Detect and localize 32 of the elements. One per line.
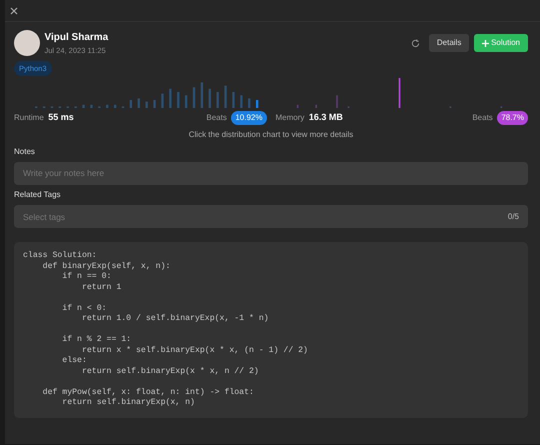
stat-value: 16.3 MB [308, 110, 343, 124]
code-line: if n % 2 == 1: [61, 335, 132, 346]
code-line: class Solution: [23, 251, 98, 262]
details-button[interactable]: Details [428, 34, 470, 52]
beats-percent: 10.92% [231, 110, 266, 124]
close-icon[interactable] [10, 6, 18, 14]
code-line: def myPow(self, x: float, n: int) -> float: [42, 388, 255, 398]
beats-label: Beats [206, 112, 227, 124]
beats-label: Beats [472, 112, 493, 124]
solution-button[interactable]: Solution [474, 34, 528, 52]
tag-count: 0/5 [508, 211, 519, 223]
stat-value: 55 ms [48, 110, 74, 124]
chart-hint: Click the distribution chart to view more details [188, 129, 354, 141]
stat-label: Runtime [14, 112, 44, 124]
notes-field[interactable]: Write your notes here [14, 162, 528, 184]
code-line: if n == 0: [61, 272, 112, 282]
refresh-icon[interactable] [410, 38, 420, 48]
code-line: def binaryExp(self, x, n): [42, 262, 172, 272]
tags-label: Related Tags [14, 189, 62, 201]
code-line: return self.binaryExp(x * x, n // 2) [80, 366, 260, 377]
author-name: Vipul Sharma [44, 31, 108, 45]
code-line: return x * self.binaryExp(x * x, (n - 1) // 2) [80, 346, 309, 356]
plus-icon [482, 40, 489, 47]
avatar-circle [14, 30, 40, 56]
code-line: return 1.0 / self.binaryExp(x, -1 * n) [80, 314, 270, 324]
code-line: if n < 0: [61, 304, 108, 314]
code-line: return 1 [80, 282, 122, 293]
beats-percent: 78.7% [497, 110, 528, 124]
stat-label: Memory [276, 112, 304, 124]
code-line: return self.binaryExp(x, n) [61, 398, 196, 408]
code-line: else: [61, 356, 88, 366]
notes-label: Notes [14, 146, 36, 158]
